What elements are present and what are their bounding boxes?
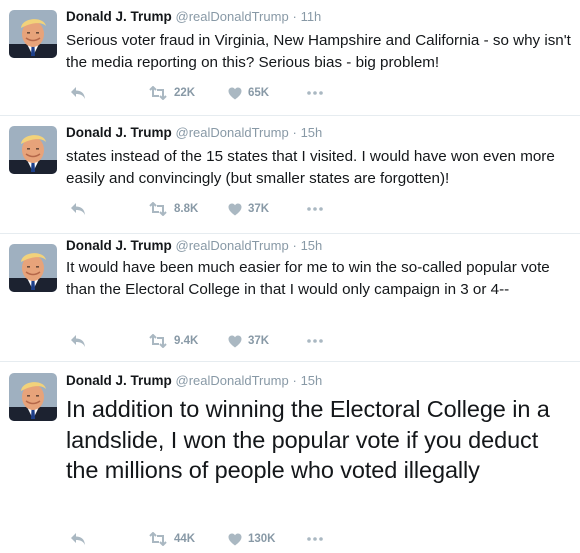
reply-icon bbox=[71, 335, 85, 347]
retweet-count: 44K bbox=[174, 533, 196, 545]
display-name[interactable]: Donald J. Trump bbox=[66, 373, 172, 388]
heart-icon bbox=[228, 533, 242, 545]
timestamp[interactable]: 15h bbox=[301, 373, 323, 388]
heart-icon bbox=[228, 203, 242, 215]
retweet-count: 8.8K bbox=[174, 203, 199, 215]
avatar[interactable] bbox=[9, 373, 57, 421]
like-button[interactable]: 65K bbox=[228, 84, 269, 102]
tweet-timeline: Donald J. Trump @realDonaldTrump · 11h S… bbox=[0, 0, 580, 553]
more-icon bbox=[307, 207, 323, 211]
retweet-button[interactable]: 22K bbox=[148, 84, 195, 102]
timestamp[interactable]: 15h bbox=[301, 125, 323, 140]
separator: · bbox=[292, 9, 297, 24]
like-button[interactable]: 37K bbox=[228, 200, 269, 218]
tweet-header: Donald J. Trump @realDonaldTrump · 15h bbox=[66, 238, 322, 253]
more-button[interactable] bbox=[307, 84, 323, 102]
reply-icon bbox=[71, 203, 85, 215]
avatar[interactable] bbox=[9, 10, 57, 58]
more-icon bbox=[307, 537, 323, 541]
tweet-text: Serious voter fraud in Virginia, New Ham… bbox=[66, 32, 571, 71]
tweet-header: Donald J. Trump @realDonaldTrump · 15h bbox=[66, 125, 322, 140]
tweet-text: It would have been much easier for me to… bbox=[66, 259, 550, 298]
username[interactable]: @realDonaldTrump bbox=[176, 125, 289, 140]
retweet-count: 22K bbox=[174, 87, 196, 99]
retweet-button[interactable]: 8.8K bbox=[148, 200, 198, 218]
heart-icon bbox=[228, 87, 242, 99]
retweet-icon bbox=[149, 86, 167, 100]
like-button[interactable]: 37K bbox=[228, 332, 269, 350]
separator: · bbox=[292, 125, 297, 140]
more-button[interactable] bbox=[307, 200, 323, 218]
timestamp[interactable]: 15h bbox=[301, 238, 323, 253]
tweet-text: states instead of the 15 states that I v… bbox=[66, 148, 555, 187]
like-button[interactable]: 130K bbox=[228, 530, 276, 548]
reply-button[interactable] bbox=[70, 530, 86, 548]
reply-button[interactable] bbox=[70, 84, 86, 102]
more-icon bbox=[307, 91, 323, 95]
more-button[interactable] bbox=[307, 530, 323, 548]
tweet[interactable]: Donald J. Trump @realDonaldTrump · 11h S… bbox=[0, 0, 580, 115]
like-count: 37K bbox=[248, 335, 270, 347]
reply-button[interactable] bbox=[70, 200, 86, 218]
more-button[interactable] bbox=[307, 332, 323, 350]
reply-button[interactable] bbox=[70, 332, 86, 350]
retweet-icon bbox=[149, 532, 167, 546]
tweet[interactable]: Donald J. Trump @realDonaldTrump · 15h s… bbox=[0, 116, 580, 233]
tweet-text: In addition to winning the Electoral Col… bbox=[66, 396, 550, 483]
retweet-icon bbox=[149, 202, 167, 216]
more-icon bbox=[307, 339, 323, 343]
tweet-actions: 44K 130K bbox=[66, 530, 366, 548]
like-count: 37K bbox=[248, 203, 270, 215]
tweet-header: Donald J. Trump @realDonaldTrump · 15h bbox=[66, 373, 322, 388]
like-count: 65K bbox=[248, 87, 270, 99]
retweet-button[interactable]: 9.4K bbox=[148, 332, 198, 350]
heart-icon bbox=[228, 335, 242, 347]
tweet-actions: 8.8K 37K bbox=[66, 200, 366, 218]
retweet-count: 9.4K bbox=[174, 335, 199, 347]
separator: · bbox=[292, 238, 297, 253]
display-name[interactable]: Donald J. Trump bbox=[66, 238, 172, 253]
retweet-button[interactable]: 44K bbox=[148, 530, 195, 548]
avatar[interactable] bbox=[9, 126, 57, 174]
retweet-icon bbox=[149, 334, 167, 348]
separator: · bbox=[292, 373, 297, 388]
timestamp[interactable]: 11h bbox=[301, 9, 322, 24]
tweet-header: Donald J. Trump @realDonaldTrump · 11h bbox=[66, 9, 321, 24]
tweet[interactable]: Donald J. Trump @realDonaldTrump · 15h I… bbox=[0, 362, 580, 553]
display-name[interactable]: Donald J. Trump bbox=[66, 125, 172, 140]
username[interactable]: @realDonaldTrump bbox=[176, 373, 289, 388]
tweet-actions: 22K 65K bbox=[66, 84, 366, 102]
reply-icon bbox=[71, 533, 85, 545]
reply-icon bbox=[71, 87, 85, 99]
tweet-actions: 9.4K 37K bbox=[66, 332, 366, 350]
username[interactable]: @realDonaldTrump bbox=[176, 238, 289, 253]
username[interactable]: @realDonaldTrump bbox=[176, 9, 289, 24]
avatar[interactable] bbox=[9, 244, 57, 292]
tweet[interactable]: Donald J. Trump @realDonaldTrump · 15h I… bbox=[0, 234, 580, 361]
like-count: 130K bbox=[248, 533, 276, 545]
display-name[interactable]: Donald J. Trump bbox=[66, 9, 172, 24]
